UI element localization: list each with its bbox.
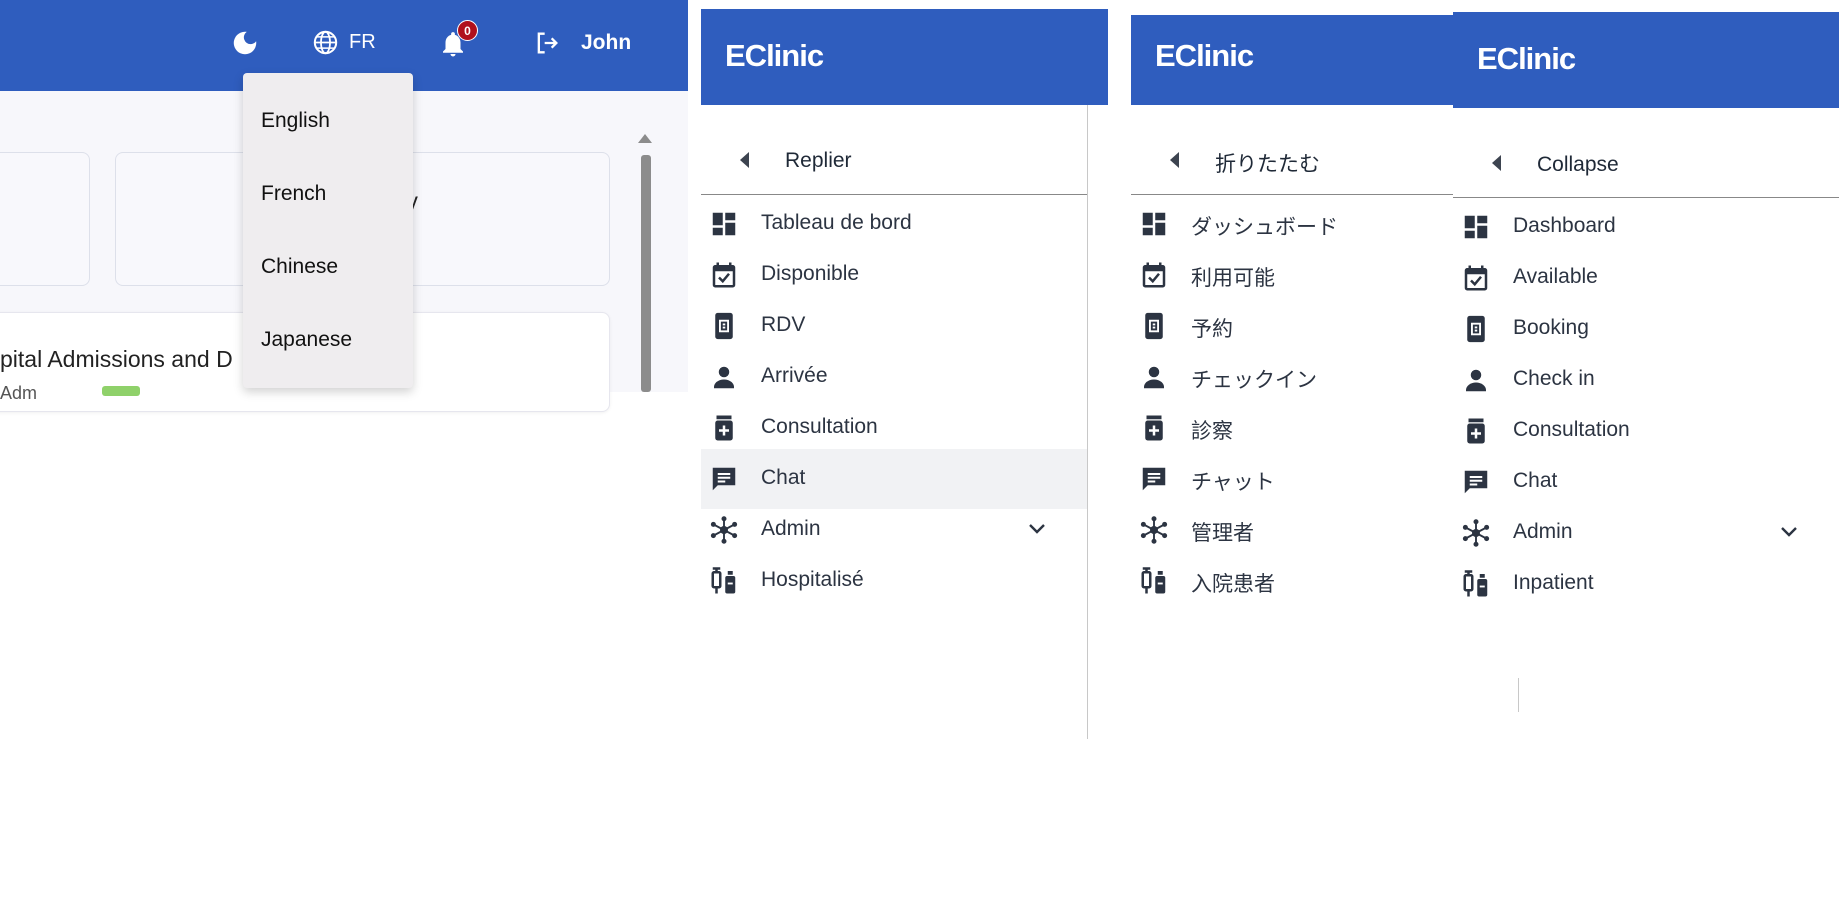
sidebar-item-label: Admin — [1513, 520, 1573, 543]
sidebar-item-label: Hospitalisé — [761, 568, 864, 591]
brand-title: EClinic — [725, 38, 824, 73]
moon-icon — [233, 31, 257, 55]
notification-count-badge: 0 — [457, 20, 478, 41]
logout-icon — [537, 32, 558, 54]
chat-icon — [1139, 464, 1169, 494]
scroll-up-arrow[interactable] — [638, 134, 652, 143]
dashboard-icon — [1461, 212, 1491, 242]
chevron-down-icon[interactable] — [1779, 525, 1799, 544]
sidebar-header: EClinic — [701, 9, 1108, 105]
person-icon — [1139, 362, 1169, 392]
caret-left-icon — [1170, 152, 1179, 168]
admin-hub-icon — [1139, 515, 1169, 545]
sidebar-item-label: Check in — [1513, 367, 1595, 390]
sidebar-item-label: Disponible — [761, 262, 860, 285]
collapse-label: Replier — [785, 149, 852, 172]
sidebar-item-label: Inpatient — [1513, 571, 1594, 594]
user-name: John — [581, 31, 632, 54]
sidebar-item-label: RDV — [761, 313, 806, 336]
booking-phone-icon — [1139, 311, 1169, 341]
language-option-french[interactable]: French — [261, 182, 326, 206]
sidebar-item-label: Consultation — [761, 415, 878, 438]
language-selector[interactable]: FR — [312, 29, 376, 56]
sidebar-english: EClinic Collapse Dashboard Available Booki… — [1453, 12, 1839, 724]
sidebar-item-label: Admin — [761, 517, 821, 540]
chart-legend-discharged-swatch — [102, 386, 140, 396]
sidebar-item-label: Chat — [761, 466, 806, 489]
brand-title: EClinic — [1155, 38, 1254, 73]
sidebar-item-vaccines[interactable]: Hospitalisé — [701, 551, 1087, 611]
vaccines-icon — [709, 566, 739, 596]
collapse-label: Collapse — [1537, 153, 1619, 176]
sidebar-item-label: Arrivée — [761, 364, 828, 387]
dashboard-panel: FR 0 John ty pital Admissions and D Adm … — [0, 0, 688, 412]
vaccines-icon — [1139, 566, 1169, 596]
collapse-button[interactable]: 折りたたむ — [1131, 114, 1456, 195]
sidebar-japanese: EClinic 折りたたむ ダッシュボード 利用可能予約チェックイン 診察チャット管… — [1131, 15, 1456, 739]
collapse-button[interactable]: Collapse — [1453, 117, 1839, 198]
sidebar-item-label: Available — [1513, 265, 1598, 288]
sidebar-item-label: Booking — [1513, 316, 1589, 339]
calendar-check-icon — [1139, 260, 1169, 290]
admin-hub-icon — [1461, 518, 1491, 548]
calendar-check-icon — [1461, 263, 1491, 293]
dashboard-icon — [1139, 209, 1169, 239]
sidebar-item-label: Tableau de bord — [761, 211, 912, 234]
sidebar-french: EClinic Replier Tableau de bord Disponibl… — [701, 9, 1108, 739]
booking-phone-icon — [709, 311, 739, 341]
collapse-label: 折りたたむ — [1215, 153, 1320, 176]
sidebar-item-label: チャット — [1191, 471, 1275, 494]
admin-hub-icon — [709, 515, 739, 545]
sidebar-divider — [1087, 105, 1088, 739]
person-icon — [709, 362, 739, 392]
sidebar-item-label: 予約 — [1191, 318, 1233, 341]
sidebar-item-label: 利用可能 — [1191, 267, 1275, 290]
collapse-button[interactable]: Replier — [701, 114, 1088, 195]
language-option-chinese[interactable]: Chinese — [261, 255, 338, 279]
sidebar-header: EClinic — [1131, 15, 1456, 105]
dashboard-icon — [709, 209, 739, 239]
chart-title: pital Admissions and D — [0, 346, 233, 372]
language-option-english[interactable]: English — [261, 109, 330, 133]
brand-title: EClinic — [1477, 41, 1576, 76]
sidebar-item-vaccines[interactable]: 入院患者 — [1131, 551, 1456, 611]
language-code: FR — [349, 31, 376, 53]
sidebar-item-vaccines[interactable]: Inpatient — [1453, 554, 1839, 614]
dark-mode-toggle[interactable] — [230, 28, 260, 58]
caret-left-icon — [740, 152, 749, 168]
sidebar-item-label: Consultation — [1513, 418, 1630, 441]
caret-left-icon — [1492, 155, 1501, 171]
sidebar-header: EClinic — [1453, 12, 1839, 108]
sidebar-item-label: 診察 — [1191, 420, 1233, 443]
language-dropdown-menu: English French Chinese Japanese — [243, 73, 413, 388]
chart-legend-admitted: Adm — [0, 383, 38, 403]
stat-card — [0, 152, 90, 286]
logout-button[interactable]: John — [533, 29, 631, 57]
language-option-japanese[interactable]: Japanese — [261, 328, 352, 352]
medication-icon — [1139, 413, 1169, 443]
sidebar-item-label: Dashboard — [1513, 214, 1616, 237]
sidebar-submenu-line — [1518, 678, 1519, 712]
booking-phone-icon — [1461, 314, 1491, 344]
sidebar-item-label: 管理者 — [1191, 522, 1254, 545]
sidebar-item-label: Chat — [1513, 469, 1558, 492]
chevron-down-icon[interactable] — [1027, 522, 1047, 541]
medication-icon — [1461, 416, 1491, 446]
chat-icon — [1461, 467, 1491, 497]
sidebar-item-label: ダッシュボード — [1191, 216, 1338, 239]
sidebar-item-label: チェックイン — [1191, 369, 1317, 392]
vaccines-icon — [1461, 569, 1491, 599]
chat-icon — [709, 464, 739, 494]
calendar-check-icon — [709, 260, 739, 290]
person-icon — [1461, 365, 1491, 395]
globe-icon — [313, 30, 338, 55]
sidebar-item-label: 入院患者 — [1191, 573, 1275, 596]
medication-icon — [709, 413, 739, 443]
scrollbar-thumb[interactable] — [641, 155, 651, 392]
